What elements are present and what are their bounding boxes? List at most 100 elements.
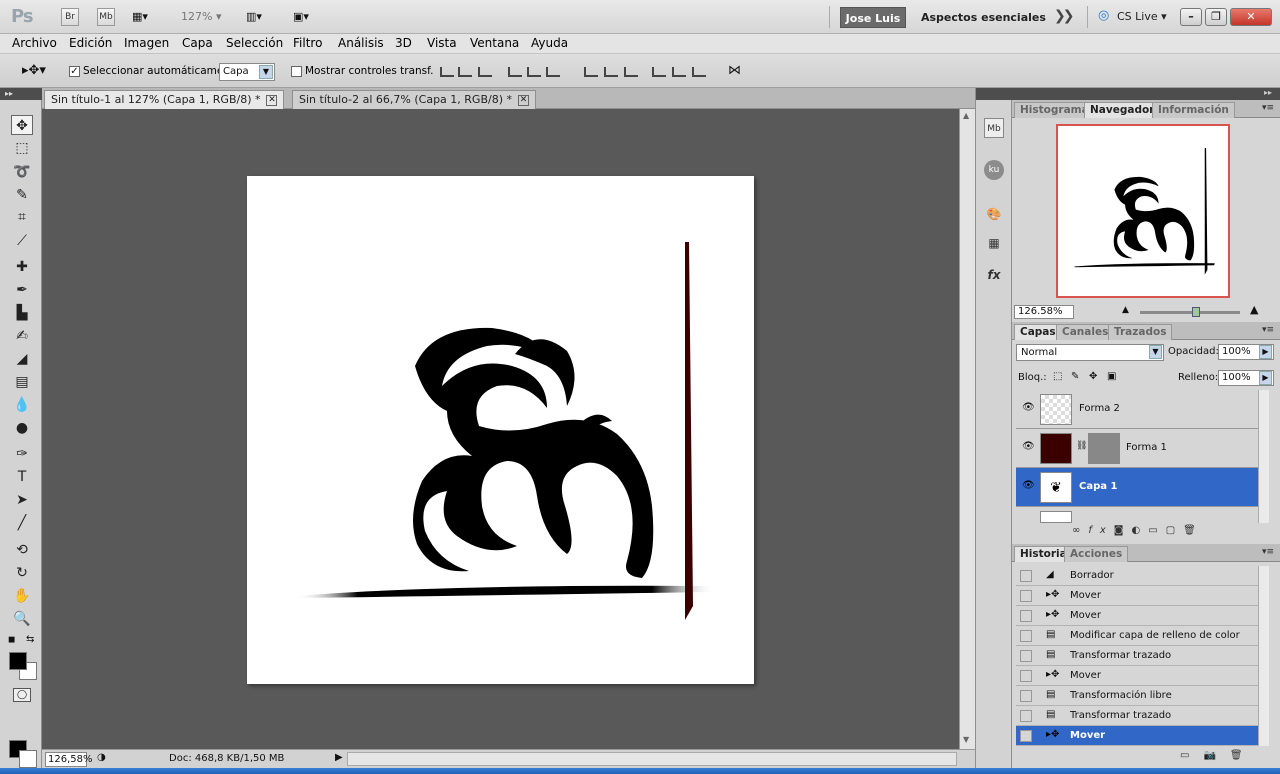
screen-mode-button[interactable]: ▣▾ [293,10,323,24]
tab-paths[interactable]: Trazados [1108,324,1173,340]
align-right-icon[interactable] [546,67,560,77]
new-group-icon[interactable]: ▭ [1148,525,1165,536]
bridge-button[interactable]: Br [61,8,79,26]
menu-filtro[interactable]: Filtro [293,36,322,50]
toolbox-collapse-icon[interactable]: ▸▸ [0,88,42,100]
history-item[interactable]: ▤ Transformar trazado [1016,706,1258,726]
close-icon[interactable]: ✕ [517,94,529,106]
zoom-field[interactable]: 126,58% [45,752,93,767]
lock-all-icon[interactable]: ▣ [1107,371,1116,382]
minimize-button[interactable]: – [1180,8,1202,26]
distribute-top-icon[interactable] [584,67,598,77]
dodge-tool-icon[interactable]: ● [11,418,33,438]
tab-navigator[interactable]: Navegador [1084,102,1161,118]
pen-tool-icon[interactable]: ✑ [11,444,33,464]
history-item[interactable]: ▤ Modificar capa de relleno de color [1016,626,1258,646]
tab-actions[interactable]: Acciones [1064,546,1129,562]
layers-scrollbar[interactable] [1258,390,1269,523]
path-selection-tool-icon[interactable]: ➤ [11,490,33,510]
history-snapshot-checkbox[interactable] [1020,590,1032,602]
zoom-tool-icon[interactable]: 🔍 [11,609,33,629]
zoom-out-icon[interactable]: ▲ [1122,305,1129,315]
distribute-hcenter-icon[interactable] [672,67,686,77]
menu-archivo[interactable]: Archivo [12,36,57,50]
menu-ayuda[interactable]: Ayuda [531,36,568,50]
user-workspace-button[interactable]: Jose Luis [840,7,906,28]
move-tool-preset-icon[interactable]: ▸✥▾ [22,63,46,78]
eraser-tool-icon[interactable]: ◢ [11,349,33,369]
scroll-down-icon[interactable]: ▼ [963,735,969,744]
line-tool-icon[interactable]: ╱ [11,513,33,533]
menu-ventana[interactable]: Ventana [470,36,519,50]
mini-bridge-panel-icon[interactable]: Mb [984,118,1004,138]
distribute-bottom-icon[interactable] [624,67,638,77]
panel-strip-header[interactable] [976,88,1012,100]
default-colors-icon[interactable]: ◼ [8,635,15,645]
tab-channels[interactable]: Canales [1056,324,1115,340]
align-vcenter-icon[interactable] [458,67,472,77]
history-snapshot-checkbox[interactable] [1020,650,1032,662]
new-document-from-state-icon[interactable]: ▭ [1180,750,1203,761]
new-layer-icon[interactable]: ▢ [1166,525,1183,536]
eye-icon[interactable]: 👁 [1022,402,1035,413]
show-transform-checkbox[interactable] [291,66,302,77]
scroll-up-icon[interactable]: ▲ [963,111,969,120]
move-tool-icon[interactable]: ✥ [11,115,33,135]
document-canvas[interactable] [247,176,754,684]
document-tab-1[interactable]: Sin título-1 al 127% (Capa 1, RGB/8) * ✕ [44,90,285,109]
gradient-tool-icon[interactable]: ▤ [11,372,33,392]
lasso-tool-icon[interactable]: ➰ [11,162,33,182]
link-layers-icon[interactable]: ∞ [1072,525,1088,536]
close-icon[interactable]: ✕ [266,94,278,106]
3d-orbit-tool-icon[interactable]: ↻ [11,563,33,583]
auto-align-icon[interactable]: ⋈ [728,63,741,78]
navigator-zoom-field[interactable]: 126.58% [1014,305,1074,319]
new-snapshot-icon[interactable]: 📷 [1203,750,1229,761]
collapse-icon[interactable]: ▸▸ [1264,88,1272,97]
horizontal-scrollbar[interactable] [347,752,957,766]
panel-menu-icon[interactable]: ▾≡ [1262,103,1274,113]
auto-select-checkbox[interactable]: ✓ [69,66,80,77]
auto-select-target-select[interactable]: Capa ▼ [219,63,275,81]
type-tool-icon[interactable]: T [11,467,33,487]
distribute-vcenter-icon[interactable] [604,67,618,77]
history-snapshot-checkbox[interactable] [1020,570,1032,582]
menu-imagen[interactable]: Imagen [124,36,169,50]
layer-mask-icon[interactable]: ◙ [1114,525,1132,536]
crop-tool-icon[interactable]: ⌗ [11,207,33,227]
zoom-in-icon[interactable]: ▲ [1250,303,1258,316]
blur-tool-icon[interactable]: 💧 [11,395,33,415]
adjustment-layer-icon[interactable]: ◐ [1132,525,1149,536]
marquee-tool-icon[interactable]: ⬚ [11,138,33,158]
history-item[interactable]: ▤ Transformación libre [1016,686,1258,706]
align-bottom-icon[interactable] [478,67,492,77]
close-window-button[interactable]: ✕ [1230,8,1272,26]
delete-state-icon[interactable]: 🗑 [1230,750,1257,761]
maximize-button[interactable]: ❐ [1205,8,1227,26]
align-left-icon[interactable] [508,67,522,77]
swap-colors-icon[interactable]: ⇆ [26,634,34,645]
history-snapshot-checkbox[interactable] [1020,690,1032,702]
menu-edicion[interactable]: Edición [69,36,112,50]
history-item[interactable]: ▸✥ Mover [1016,606,1258,626]
align-hcenter-icon[interactable] [527,67,541,77]
cs-live-button[interactable]: CS Live ▾ [1117,10,1167,23]
opacity-field[interactable]: 100% ▶ [1218,344,1274,360]
document-tab-2[interactable]: Sin título-2 al 66,7% (Capa 1, RGB/8) * ✕ [292,90,536,109]
menu-seleccion[interactable]: Selección [226,36,283,50]
arrange-documents-button[interactable]: ▥▾ [246,10,276,24]
history-scrollbar[interactable] [1258,566,1269,746]
navigator-thumbnail[interactable] [1056,124,1230,298]
quick-mask-icon[interactable]: ◯ [13,688,31,702]
menu-vista[interactable]: Vista [427,36,457,50]
history-item[interactable]: ▸✥ Mover [1016,586,1258,606]
tab-layers[interactable]: Capas [1014,324,1062,340]
align-top-icon[interactable] [440,67,454,77]
styles-panel-icon[interactable]: fx [984,265,1004,285]
workspace-switcher[interactable]: Aspectos esenciales [921,11,1046,24]
history-snapshot-checkbox[interactable] [1020,730,1032,742]
history-snapshot-checkbox[interactable] [1020,710,1032,722]
navigator-zoom-slider-handle[interactable] [1192,307,1200,317]
layer-row[interactable]: 👁 ❦ Capa 1 [1016,468,1258,507]
menu-3d[interactable]: 3D [395,36,412,50]
